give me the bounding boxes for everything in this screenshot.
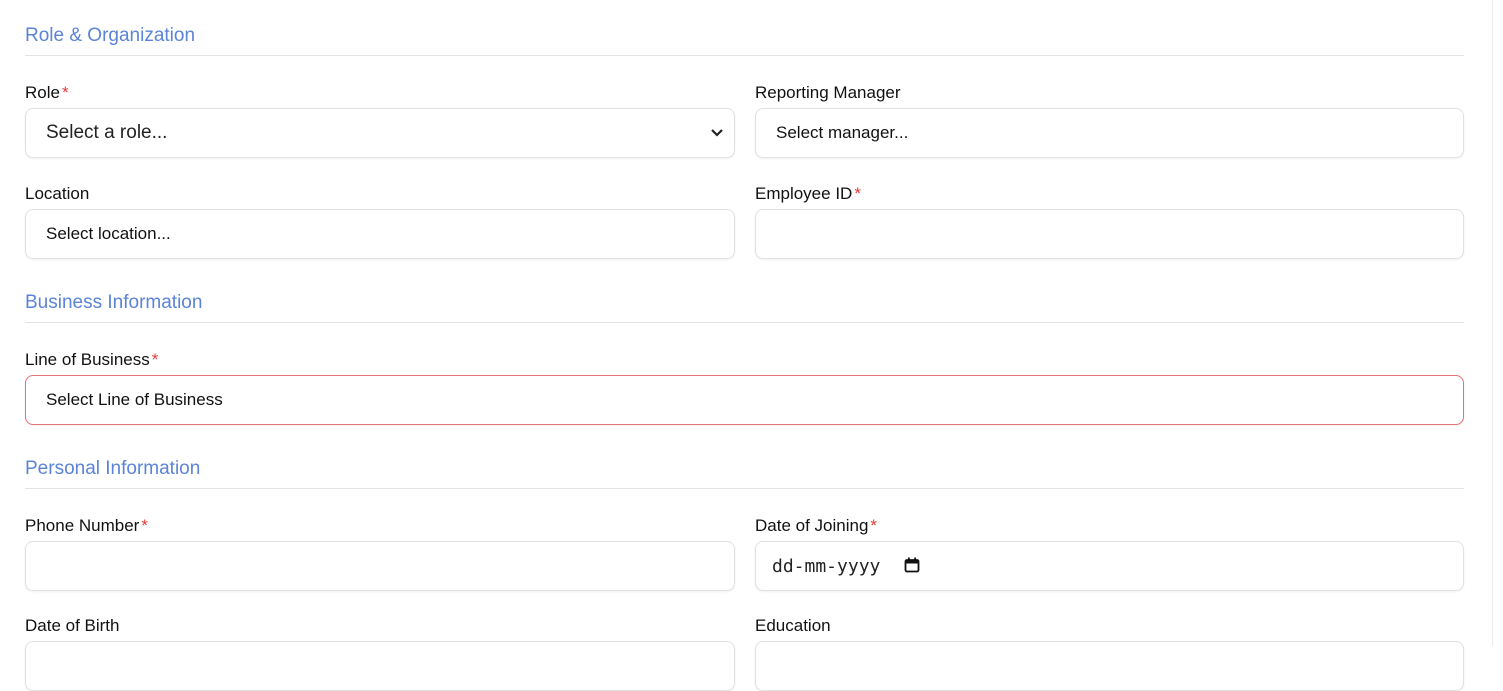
required-marker: * [854, 184, 861, 203]
date-of-joining-value: dd-mm-yyyy [772, 556, 881, 577]
section-title-business-information: Business Information [25, 292, 1464, 323]
phone-number-label-text: Phone Number [25, 516, 140, 535]
employee-id-input[interactable] [755, 209, 1464, 259]
calendar-icon[interactable] [904, 557, 920, 573]
role-select-value: Select a role... [46, 122, 168, 143]
required-marker: * [61, 83, 69, 102]
date-of-birth-label-text: Date of Birth [25, 616, 120, 635]
vertical-scrollbar[interactable] [1492, 0, 1503, 646]
line-of-business-picker[interactable]: Select Line of Business [25, 375, 1464, 425]
line-of-business-label-text: Line of Business [25, 350, 150, 369]
reporting-manager-label: Reporting Manager [755, 83, 901, 103]
role-label-text: Role [25, 83, 60, 102]
line-of-business-label: Line of Business * [25, 350, 158, 370]
required-marker: * [870, 516, 878, 535]
reporting-manager-value: Select manager... [776, 123, 909, 142]
phone-number-input[interactable] [25, 541, 735, 591]
employee-id-label-text: Employee ID [755, 184, 853, 203]
line-of-business-value: Select Line of Business [46, 390, 223, 409]
location-value: Select location... [46, 224, 171, 243]
section-title-role-organization: Role & Organization [25, 25, 1464, 56]
location-label: Location [25, 184, 89, 204]
location-picker[interactable]: Select location... [25, 209, 735, 259]
education-label: Education [755, 616, 831, 636]
date-of-joining-input[interactable]: dd-mm-yyyy [755, 541, 1464, 591]
required-marker: * [151, 350, 159, 369]
reporting-manager-label-text: Reporting Manager [755, 83, 901, 102]
education-label-text: Education [755, 616, 831, 635]
role-select[interactable]: Select a role... [25, 108, 735, 158]
date-of-birth-input[interactable] [25, 641, 735, 691]
date-of-joining-label-text: Date of Joining [755, 516, 869, 535]
chevron-down-icon [711, 129, 723, 137]
section-title-personal-information: Personal Information [25, 458, 1464, 489]
role-label: Role * [25, 83, 69, 103]
employee-id-label: Employee ID * [755, 184, 861, 204]
location-label-text: Location [25, 184, 90, 203]
reporting-manager-picker[interactable]: Select manager... [755, 108, 1464, 158]
date-of-birth-label: Date of Birth [25, 616, 120, 636]
phone-number-label: Phone Number * [25, 516, 148, 536]
date-of-joining-label: Date of Joining * [755, 516, 877, 536]
form-area: Role & Organization Role * Select a role.… [0, 0, 1493, 691]
education-input[interactable] [755, 641, 1464, 691]
required-marker: * [141, 516, 148, 535]
